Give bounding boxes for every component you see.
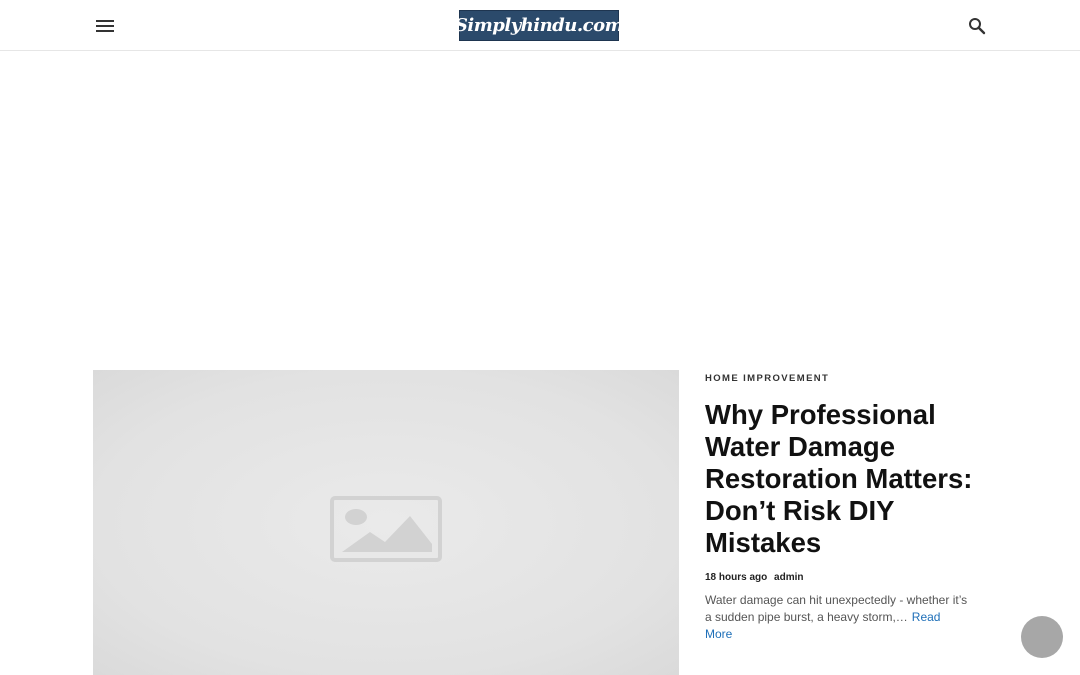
site-header: Simplyhindu.com (0, 0, 1080, 51)
floating-action-button[interactable] (1021, 616, 1063, 658)
featured-post-info: HOME IMPROVEMENT Why Professional Water … (705, 370, 985, 643)
post-meta: 18 hours ago admin (705, 572, 985, 583)
post-time: 18 hours ago (705, 572, 768, 583)
site-logo[interactable]: Simplyhindu.com (455, 10, 624, 41)
post-category[interactable]: HOME IMPROVEMENT (705, 373, 985, 384)
post-title[interactable]: Why Professional Water Damage Restoratio… (705, 399, 980, 559)
search-icon[interactable] (965, 14, 989, 38)
ad-space (0, 52, 1080, 352)
image-placeholder-icon (330, 496, 442, 562)
featured-image-placeholder[interactable] (93, 370, 679, 675)
logo-text: Simplyhindu.com (454, 15, 624, 36)
post-excerpt: Water damage can hit unexpectedly - whet… (705, 592, 970, 643)
post-author[interactable]: admin (774, 572, 803, 583)
hamburger-menu-icon[interactable] (93, 14, 117, 38)
